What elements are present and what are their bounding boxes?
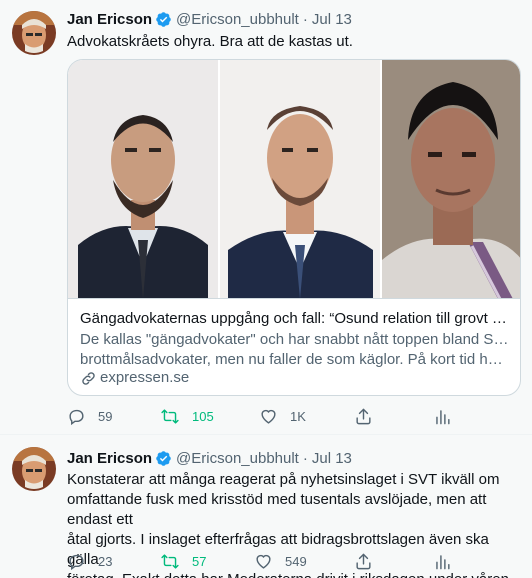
tweet-actions: 59 105 1K	[67, 406, 507, 426]
author-name[interactable]: Jan Ericson	[67, 11, 152, 28]
tweet-date[interactable]: Jul 13	[312, 450, 352, 467]
separator-dot: ·	[302, 449, 308, 467]
like-count: 1K	[290, 408, 306, 424]
tweet-header: Jan Ericson @Ericson_ubbhult · Jul 13	[67, 448, 352, 468]
card-domain-text: expressen.se	[100, 369, 190, 386]
author-handle[interactable]: @Ericson_ubbhult	[176, 11, 299, 28]
reply-button[interactable]: 59	[67, 406, 112, 426]
retweet-icon	[161, 553, 179, 569]
reply-icon	[69, 409, 84, 425]
reply-icon	[69, 554, 84, 570]
author-handle[interactable]: @Ericson_ubbhult	[176, 450, 299, 467]
retweet-button[interactable]: 57	[160, 551, 206, 571]
tweet[interactable]: Jan Ericson @Ericson_ubbhult · Jul 13 Ko…	[0, 435, 532, 578]
tweet-text-line: omfattande fusk med krisstöd med tusenta…	[67, 491, 487, 528]
card-description-line: De kallas "gängadvokater" och har snabbt…	[80, 331, 510, 348]
retweet-icon	[161, 408, 179, 424]
card-image-person-3	[382, 60, 520, 299]
reply-button[interactable]: 23	[67, 551, 112, 571]
tweet-text-line: Konstaterar att många reagerat på nyhets…	[67, 471, 500, 488]
share-icon	[356, 553, 371, 569]
share-icon	[356, 408, 371, 424]
heart-icon	[261, 409, 276, 424]
card-description: De kallas "gängadvokater" och har snabbt…	[80, 330, 510, 370]
share-button[interactable]	[354, 551, 373, 571]
card-image-collage	[68, 60, 520, 299]
avatar[interactable]	[12, 11, 56, 55]
card-description-line: brottmålsadvokater, men nu faller de som…	[80, 351, 510, 368]
analytics-icon	[436, 554, 450, 569]
tweet-date[interactable]: Jul 13	[312, 11, 352, 28]
separator-dot: ·	[302, 10, 308, 28]
avatar[interactable]	[12, 447, 56, 491]
retweet-button[interactable]: 105	[160, 406, 214, 426]
verified-badge-icon	[155, 450, 172, 467]
tweet-text: Advokatskråets ohyra. Bra att de kastas …	[67, 33, 353, 50]
like-button[interactable]: 549	[254, 551, 307, 571]
analytics-icon	[436, 409, 450, 424]
card-image-person-2	[220, 60, 380, 299]
card-title: Gängadvokaternas uppgång och fall: “Osun…	[80, 310, 510, 327]
like-button[interactable]: 1K	[259, 406, 306, 426]
author-name[interactable]: Jan Ericson	[67, 450, 152, 467]
reply-count: 23	[98, 553, 113, 569]
card-image-person-1	[68, 60, 218, 299]
heart-icon	[256, 554, 271, 569]
link-card[interactable]: Gängadvokaternas uppgång och fall: “Osun…	[67, 59, 521, 396]
tweet-text-line: företag. Exakt detta har Moderaterna dri…	[67, 570, 522, 578]
link-icon	[82, 371, 95, 385]
tweet-header: Jan Ericson @Ericson_ubbhult · Jul 13	[67, 9, 352, 29]
share-button[interactable]	[354, 406, 373, 426]
analytics-button[interactable]	[433, 551, 452, 571]
tweet[interactable]: Jan Ericson @Ericson_ubbhult · Jul 13 Ad…	[0, 0, 532, 434]
card-domain: expressen.se	[80, 368, 189, 388]
retweet-count: 57	[192, 553, 207, 569]
like-count: 549	[285, 553, 307, 569]
analytics-button[interactable]	[433, 406, 452, 426]
tweet-actions: 23 57 549	[67, 551, 507, 571]
verified-badge-icon	[155, 11, 172, 28]
retweet-count: 105	[192, 408, 214, 424]
reply-count: 59	[98, 408, 113, 424]
